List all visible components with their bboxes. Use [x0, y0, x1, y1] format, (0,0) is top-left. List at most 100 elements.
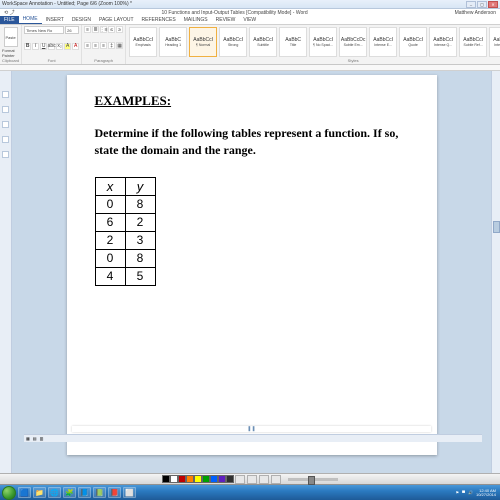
scroll-thumb[interactable]	[493, 221, 500, 233]
view-read-icon[interactable]: ▤	[33, 436, 37, 441]
tool-pen[interactable]	[2, 106, 9, 113]
prompt-text: Determine if the following tables repres…	[95, 125, 409, 159]
style-intense-e-[interactable]: AaBbCcIIntense E...	[369, 27, 397, 57]
tab-home[interactable]: HOME	[19, 15, 42, 24]
style-subtitle[interactable]: AaBbCcISubtitle	[249, 27, 277, 57]
maximize-button[interactable]: ▢	[477, 1, 487, 8]
shading-button[interactable]: ▦	[116, 42, 123, 49]
italic-button[interactable]: I	[32, 43, 39, 50]
color-swatch[interactable]	[226, 475, 234, 483]
tab-insert[interactable]: INSERT	[42, 16, 68, 24]
taskbar-app[interactable]: 📁	[33, 487, 46, 498]
multilevel-button[interactable]: ⋮≡	[100, 26, 107, 33]
taskbar-app[interactable]: ⬜	[123, 487, 136, 498]
clock[interactable]: 12:40 AM 10/27/2014	[476, 489, 496, 497]
bold-button[interactable]: B	[24, 43, 31, 50]
anno-grid-button[interactable]	[259, 475, 269, 484]
align-right-button[interactable]: ≡	[100, 42, 107, 49]
color-swatch[interactable]	[186, 475, 194, 483]
indent-inc-button[interactable]: ≥	[116, 26, 123, 33]
taskbar-app[interactable]: 📗	[93, 487, 106, 498]
style-emphasis[interactable]: AaBbCcIEmphasis	[129, 27, 157, 57]
start-button[interactable]	[2, 486, 16, 500]
annotation-toolbar	[0, 473, 500, 485]
font-size-select[interactable]: 26	[65, 26, 79, 34]
tool-eraser[interactable]	[2, 136, 9, 143]
style-intense-q-[interactable]: AaBbCcIIntense Q...	[429, 27, 457, 57]
tab-view[interactable]: VIEW	[239, 16, 260, 24]
tab-file[interactable]: FILE	[0, 16, 19, 24]
tab-design[interactable]: DESIGN	[68, 16, 95, 24]
account-name[interactable]: Matthew Anderson	[455, 10, 496, 16]
cell-x: 4	[95, 267, 125, 285]
format-painter-button[interactable]: Format Painter	[2, 48, 19, 58]
style-title[interactable]: AaBbCTitle	[279, 27, 307, 57]
indent-dec-button[interactable]: ≤	[108, 26, 115, 33]
taskbar-app[interactable]: 🌐	[48, 487, 61, 498]
tray-volume-icon[interactable]: 🔊	[468, 490, 473, 495]
tab-mailings[interactable]: MAILINGS	[180, 16, 212, 24]
subscript-button[interactable]: x₂	[56, 43, 63, 50]
style-subtle-ref-[interactable]: AaBbCcISubtle Ref...	[459, 27, 487, 57]
tab-references[interactable]: REFERENCES	[138, 16, 180, 24]
anno-shape-button[interactable]	[235, 475, 245, 484]
color-swatch[interactable]	[170, 475, 178, 483]
align-left-button[interactable]: ≡	[84, 42, 91, 49]
style-quote[interactable]: AaBbCcIQuote	[399, 27, 427, 57]
anno-thickness-slider[interactable]	[288, 478, 338, 481]
color-swatch[interactable]	[194, 475, 202, 483]
workspace-titlebar: WorkSpace Annotation - Untitled; Page 6/…	[0, 0, 500, 9]
tab-review[interactable]: REVIEW	[212, 16, 240, 24]
font-name-select[interactable]: Times New Ro	[24, 26, 64, 34]
style-heading-1[interactable]: AaBbCHeading 1	[159, 27, 187, 57]
tool-highlighter[interactable]	[2, 121, 9, 128]
anno-more-button[interactable]	[271, 475, 281, 484]
line-spacing-button[interactable]: ‡	[108, 42, 115, 49]
cell-x: 0	[95, 249, 125, 267]
next-page-preview: ❚❚	[72, 426, 431, 432]
cell-y: 5	[125, 267, 155, 285]
cell-y: 3	[125, 231, 155, 249]
paste-button[interactable]: Paste	[4, 27, 18, 47]
highlight-button[interactable]: A	[64, 43, 71, 50]
vertical-scrollbar[interactable]	[491, 71, 500, 477]
view-print-icon[interactable]: ▦	[26, 436, 30, 441]
font-color-button[interactable]: A	[72, 43, 79, 50]
tray-flag-icon[interactable]: ⚑	[456, 490, 460, 495]
style-intense-r-[interactable]: AaBbCcIIntense R...	[489, 27, 500, 57]
styles-label: Styles	[128, 58, 500, 63]
view-web-icon[interactable]: ▥	[40, 436, 44, 441]
bullets-button[interactable]: ≡	[84, 26, 91, 33]
page: EXAMPLES: Determine if the following tab…	[67, 75, 437, 455]
qat[interactable]: ⟲ ⤴	[4, 9, 15, 16]
taskbar-app[interactable]: 🟦	[18, 487, 31, 498]
style-strong[interactable]: AaBbCcIStrong	[219, 27, 247, 57]
close-button[interactable]: ✕	[488, 1, 498, 8]
tab-pagelayout[interactable]: PAGE LAYOUT	[95, 16, 138, 24]
color-swatch[interactable]	[218, 475, 226, 483]
style--no-spaci-[interactable]: AaBbCcI¶ No Spaci...	[309, 27, 337, 57]
minimize-button[interactable]: –	[466, 1, 476, 8]
group-font: Times New Ro 26 B I U abc x₂ A A Font	[22, 25, 82, 64]
color-swatch[interactable]	[202, 475, 210, 483]
taskbar-app[interactable]: 📕	[108, 487, 121, 498]
tool-text[interactable]	[2, 151, 9, 158]
document-area[interactable]: EXAMPLES: Determine if the following tab…	[12, 71, 491, 477]
cell-x: 6	[95, 213, 125, 231]
tool-pointer[interactable]	[2, 91, 9, 98]
color-swatch[interactable]	[178, 475, 186, 483]
taskbar-app[interactable]: 📘	[78, 487, 91, 498]
windows-taskbar: 🟦📁🌐🧩📘📗📕⬜ ⚑ ▀ 🔊 12:40 AM 10/27/2014	[0, 485, 500, 500]
taskbar-app[interactable]: 🧩	[63, 487, 76, 498]
strike-button[interactable]: abc	[48, 43, 55, 50]
color-swatch[interactable]	[210, 475, 218, 483]
align-center-button[interactable]: ≡	[92, 42, 99, 49]
style--normal[interactable]: AaBbCcI¶ Normal	[189, 27, 217, 57]
numbering-button[interactable]: ≣	[92, 26, 99, 33]
style-subtle-em-[interactable]: AaBbCcDcSubtle Em...	[339, 27, 367, 57]
tray-network-icon[interactable]: ▀	[462, 490, 465, 495]
underline-button[interactable]: U	[40, 43, 47, 50]
system-tray[interactable]: ⚑ ▀ 🔊 12:40 AM 10/27/2014	[456, 489, 498, 497]
color-swatch[interactable]	[162, 475, 170, 483]
anno-line-button[interactable]	[247, 475, 257, 484]
